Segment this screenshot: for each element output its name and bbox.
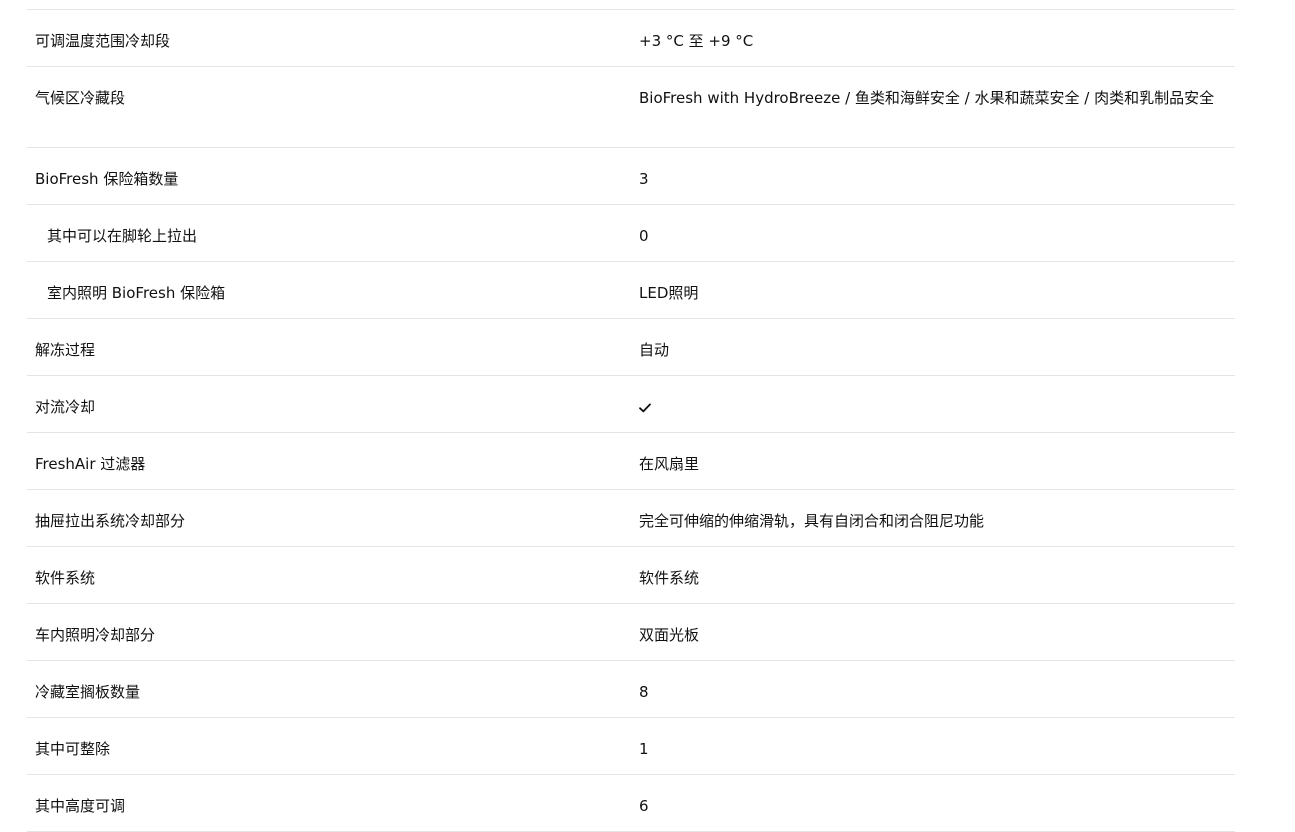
spec-label: 其中高度可调: [35, 797, 126, 815]
spec-value: +3 °C 至 +9 °C: [639, 32, 754, 50]
spec-label: 可调温度范围冷却段: [35, 32, 171, 50]
spec-value: 0: [639, 227, 649, 245]
spec-value: 完全可伸缩的伸缩滑轨，具有自闭合和闭合阻尼功能: [639, 512, 985, 530]
spec-value: 软件系统: [639, 569, 700, 587]
spec-label: 对流冷却: [35, 398, 96, 416]
spec-label: 其中可整除: [35, 740, 111, 758]
spec-label: 解冻过程: [35, 341, 96, 359]
spec-value: BioFresh with HydroBreeze / 鱼类和海鲜安全 / 水果…: [639, 89, 1215, 107]
checkmark-icon: [639, 403, 651, 413]
spec-label: 室内照明 BioFresh 保险箱: [47, 284, 226, 302]
spec-value: [631, 396, 1227, 419]
table-row: 其中可整除 1: [27, 718, 1235, 775]
table-row: 其中可以在脚轮上拉出 0: [27, 205, 1235, 262]
spec-label: 抽屉拉出系统冷却部分: [35, 512, 186, 530]
table-row: 其中高度可调 6: [27, 775, 1235, 832]
table-row: 车内照明冷却部分 双面光板: [27, 604, 1235, 661]
table-row: 可调温度范围冷却段 +3 °C 至 +9 °C: [27, 10, 1235, 67]
spec-label: 冷藏室搁板数量: [35, 683, 141, 701]
spec-value: 自动: [639, 341, 670, 359]
table-row: 对流冷却: [27, 376, 1235, 433]
spec-value: 3: [639, 170, 649, 188]
table-row: 抽屉拉出系统冷却部分 完全可伸缩的伸缩滑轨，具有自闭合和闭合阻尼功能: [27, 490, 1235, 547]
spec-label: BioFresh 保险箱数量: [35, 170, 179, 188]
table-row: 解冻过程 自动: [27, 319, 1235, 376]
spec-label: 软件系统: [35, 569, 96, 587]
table-row: 冷藏室搁板数量 8: [27, 661, 1235, 718]
spec-label: 气候区冷藏段: [35, 89, 126, 107]
table-top-divider: [27, 0, 1235, 10]
spec-value: 8: [639, 683, 649, 701]
spec-value: 1: [639, 740, 649, 758]
table-row: FreshAir 过滤器 在风扇里: [27, 433, 1235, 490]
spec-value: 双面光板: [639, 626, 700, 644]
spec-value: LED照明: [639, 284, 699, 302]
spec-value: 在风扇里: [639, 455, 700, 473]
spec-label: 其中可以在脚轮上拉出: [47, 227, 198, 245]
spec-value: 6: [639, 797, 649, 815]
table-row: BioFresh 保险箱数量 3: [27, 148, 1235, 205]
spec-table: 可调温度范围冷却段 +3 °C 至 +9 °C 气候区冷藏段 BioFresh …: [27, 0, 1235, 832]
table-row: 室内照明 BioFresh 保险箱 LED照明: [27, 262, 1235, 319]
table-row: 软件系统 软件系统: [27, 547, 1235, 604]
spec-label: 车内照明冷却部分: [35, 626, 156, 644]
spec-label: FreshAir 过滤器: [35, 455, 146, 473]
table-row: 气候区冷藏段 BioFresh with HydroBreeze / 鱼类和海鲜…: [27, 67, 1235, 148]
